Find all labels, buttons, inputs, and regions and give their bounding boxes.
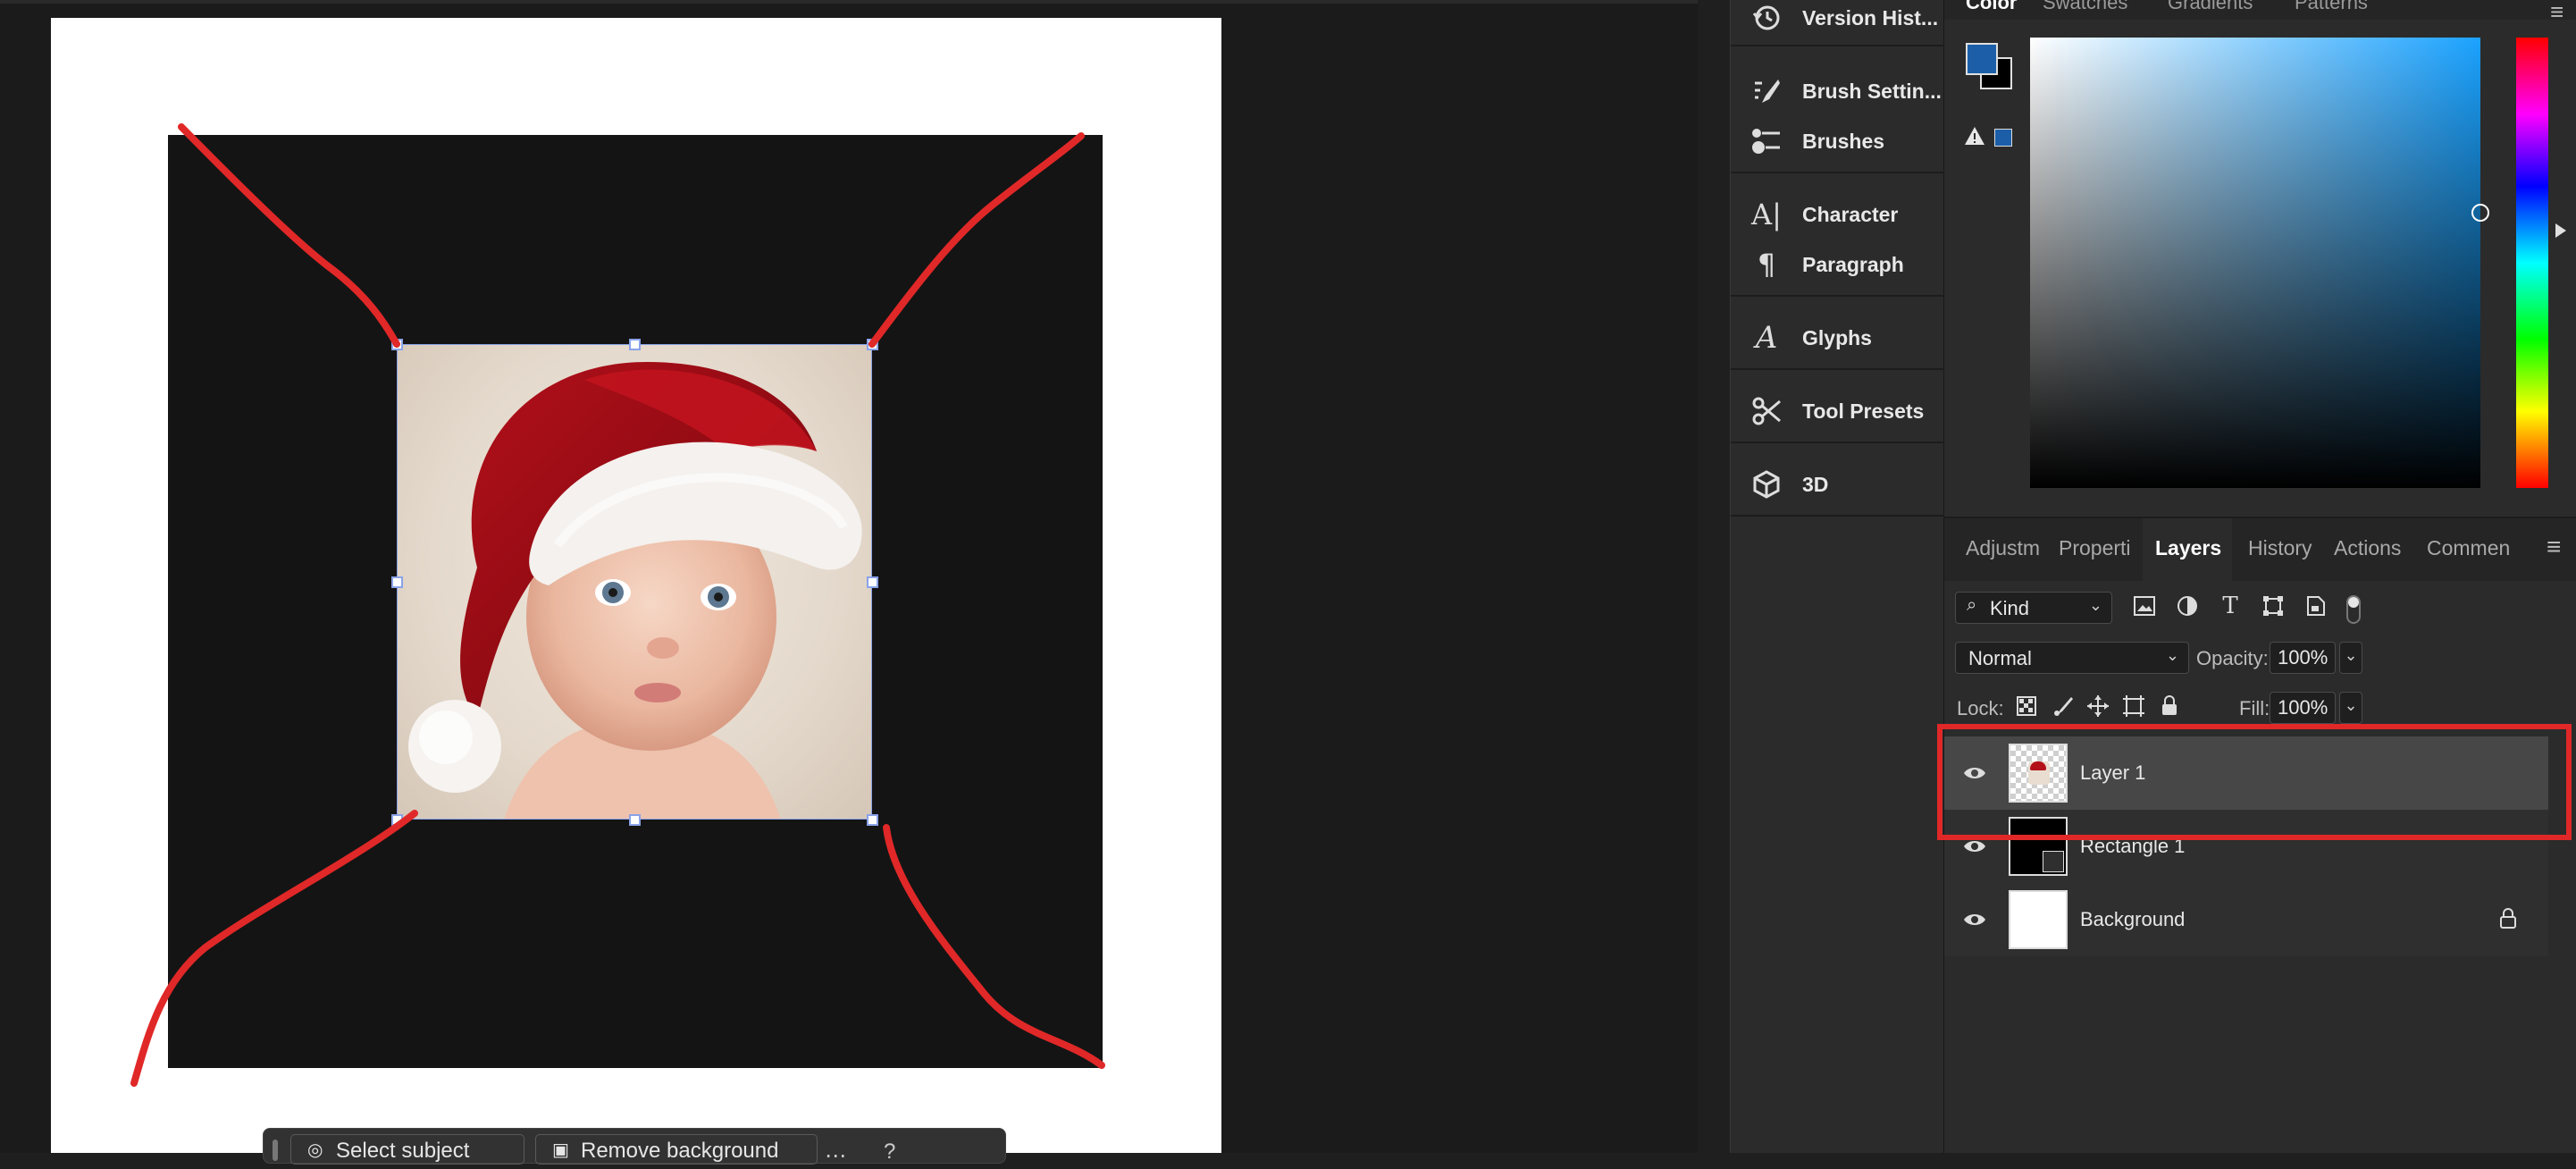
history-clock-icon [1749,0,1784,36]
panel-item-version-history[interactable]: Version Hist... [1731,0,1945,43]
panel-group-divider [1731,45,1945,46]
panel-item-label: Version Hist... [1802,5,1939,29]
tab-layers[interactable]: Layers [2155,536,2221,560]
smart-object-filter-icon[interactable] [2303,593,2328,618]
panel-item-glyphs[interactable]: A Glyphs [1731,313,1945,363]
chevron-down-icon: ⌄ [2088,596,2102,614]
type-layer-filter-icon[interactable]: T [2218,593,2243,619]
panel-group-divider [1731,368,1945,370]
collapsed-panels-column: Version Hist... Brush Settin... Brushes … [1730,0,1945,1153]
lock-artboard-icon[interactable] [2121,694,2146,719]
tab-patterns[interactable]: Patterns [2295,0,2368,14]
select-subject-button[interactable]: ◎ Select subject [290,1134,524,1165]
hue-slider-handle[interactable] [2555,223,2566,238]
select-subject-icon: ◎ [307,1140,323,1160]
visibility-eye-icon[interactable] [1962,909,1987,930]
adjustment-layer-filter-icon[interactable] [2175,593,2200,618]
contextual-task-bar[interactable]: ◎ Select subject ▣ Remove background ⋯ ? [263,1128,1006,1168]
remove-background-button[interactable]: ▣ Remove background [535,1134,818,1165]
panel-group-divider [1731,295,1945,297]
tab-swatches[interactable]: Swatches [2043,0,2127,14]
tab-history[interactable]: History [2248,536,2312,560]
panel-item-tool-presets[interactable]: Tool Presets [1731,386,1945,436]
panel-item-label: Brushes [1802,129,1885,153]
panel-item-label: Brush Settin... [1802,79,1942,103]
annotation-highlight-box [1937,724,2572,840]
panel-item-brushes[interactable]: Brushes [1731,116,1945,166]
layer-filter-kind-dropdown[interactable]: ⌕ Kind ⌄ [1955,592,2112,624]
tab-actions[interactable]: Actions [2334,536,2401,560]
panel-item-paragraph[interactable]: ¶ Paragraph [1731,240,1945,290]
lock-position-icon[interactable] [2085,694,2110,719]
lock-image-pixels-icon[interactable] [2050,694,2075,719]
color-picker-cursor[interactable] [2471,204,2489,222]
brushes-icon [1749,123,1784,159]
paragraph-icon: ¶ [1757,248,1776,282]
color-panel-menu-icon[interactable]: ≡ [2550,0,2563,26]
panel-item-label: Glyphs [1802,325,1872,349]
color-picker-field[interactable] [2030,38,2480,488]
brush-settings-icon [1749,73,1784,109]
blend-mode-dropdown[interactable]: Normal ⌄ [1955,642,2189,674]
tab-properties[interactable]: Properti [2059,536,2139,560]
shape-layer-badge-icon [2043,851,2064,872]
panel-item-label: 3D [1802,472,1829,496]
opacity-input[interactable]: 100% [2270,642,2336,674]
panel-item-label: Character [1802,202,1899,226]
panel-group-divider [1731,515,1945,517]
lock-transparent-pixels-icon[interactable] [2014,694,2039,719]
blend-mode-value: Normal [1968,647,2032,669]
panel-item-character[interactable]: A| Character [1731,189,1945,240]
annotation-strokes [130,123,1105,1087]
help-icon[interactable]: ? [884,1140,895,1165]
cube-3d-icon [1749,467,1784,502]
drag-grip-icon[interactable] [273,1140,278,1161]
gamut-warning-icon[interactable] [1964,125,1985,147]
fill-input[interactable]: 100% [2270,692,2336,724]
layer-row-background[interactable]: Background [1944,883,2548,956]
panel-item-3d[interactable]: 3D [1731,459,1945,509]
character-icon: A| [1751,198,1782,231]
tab-adjustments[interactable]: Adjustm [1966,536,2052,560]
layers-panel-tabs: Adjustm Properti Layers History Actions … [1944,518,2576,581]
panel-item-label: Tool Presets [1802,399,1925,423]
pixel-layer-filter-icon[interactable] [2132,593,2157,618]
lock-label: Lock: [1957,697,2004,719]
remove-background-label: Remove background [581,1139,779,1163]
filter-toggle-switch[interactable] [2346,595,2361,624]
right-panel-dock: Color Swatches Gradients Patterns ≡ Adju… [1937,0,2576,1153]
chevron-down-icon: ⌄ [2165,646,2179,664]
layer-lock-icon[interactable] [2498,908,2518,929]
search-icon: ⌕ [1967,595,1977,615]
remove-background-icon: ▣ [552,1140,569,1160]
shape-layer-filter-icon[interactable] [2261,593,2286,618]
panel-group-divider [1731,442,1945,443]
fill-label: Fill: [2239,697,2270,719]
filter-kind-value: Kind [1990,597,2030,619]
panel-group-divider [1731,172,1945,173]
layer-name: Background [2080,908,2186,930]
panel-item-label: Paragraph [1802,252,1904,276]
tool-presets-icon [1749,393,1784,429]
layer-thumbnail [2009,890,2068,949]
opacity-slider-toggle[interactable]: ⌄ [2339,642,2362,674]
fill-slider-toggle[interactable]: ⌄ [2339,692,2362,724]
tab-comments[interactable]: Commen [2427,536,2516,560]
tab-gradients[interactable]: Gradients [2168,0,2253,14]
glyphs-icon: A [1755,320,1778,356]
layers-panel-menu-icon[interactable]: ≡ [2547,533,2561,561]
color-panel-tabs: Color Swatches Gradients Patterns [1944,0,2576,20]
panel-item-brush-settings[interactable]: Brush Settin... [1731,66,1945,116]
more-options-icon[interactable]: ⋯ [825,1143,846,1169]
select-subject-label: Select subject [336,1139,470,1163]
document-canvas-area[interactable]: ◎ Select subject ▣ Remove background ⋯ ? [0,0,1698,1168]
lock-all-icon[interactable] [2157,694,2182,719]
foreground-color-swatch[interactable] [1966,43,1998,75]
dock-gap [1698,0,1730,1153]
websafe-color-swatch[interactable] [1994,129,2012,147]
opacity-label: Opacity: [2196,647,2269,669]
hue-slider[interactable] [2516,38,2548,488]
tab-color[interactable]: Color [1966,0,2017,14]
